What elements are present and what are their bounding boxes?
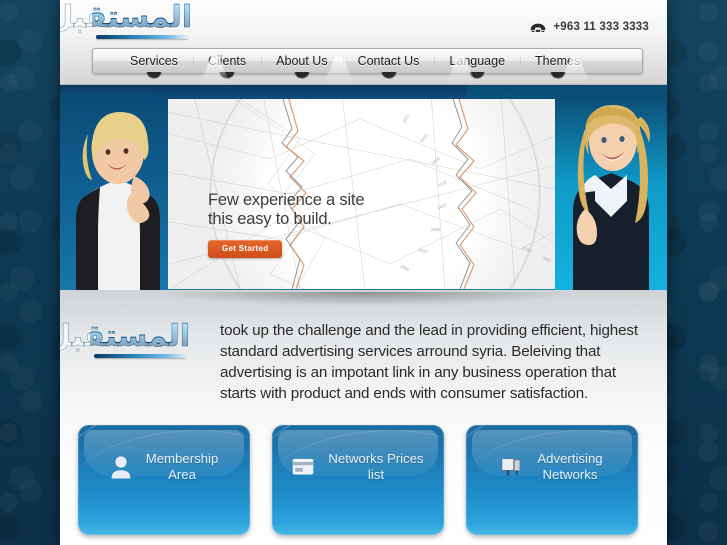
hero-graphic-panel: 2011 2010 2009 2008 2007 2006 2005 2004 …: [150, 99, 580, 289]
svg-text:2007: 2007: [437, 203, 448, 210]
nav-label: Themes: [535, 54, 581, 68]
nav-item-language[interactable]: Language: [434, 49, 520, 73]
card-label-line2: Area: [168, 467, 196, 482]
logo-arabic-text: المستقبل: [60, 319, 191, 354]
svg-text:2009: 2009: [430, 156, 441, 166]
site-container: المستقبل +963 11 333 3333 Services Clien…: [60, 0, 667, 545]
hero-banner: 2011 2010 2009 2008 2007 2006 2005 2004 …: [60, 85, 667, 290]
feature-cards: Membership Area Networks Prices list Adv…: [78, 425, 651, 535]
content-section: المستقبل took up the challenge and the l…: [60, 290, 667, 545]
phone-number: +963 11 333 3333: [529, 20, 649, 33]
smiling-businesswoman-photo-right: [555, 93, 667, 290]
card-label-line1: Advertising: [537, 451, 603, 466]
logo-arabic-text: المستقبل: [60, 0, 193, 35]
header-logo[interactable]: المستقبل: [60, 0, 193, 41]
nav-label: About Us: [276, 54, 328, 68]
nav-item-services[interactable]: Services: [115, 49, 193, 73]
smiling-woman-photo-left: [60, 94, 168, 290]
logo-mark: المستقبل: [60, 319, 191, 360]
user-icon: [111, 456, 131, 479]
site-header: المستقبل +963 11 333 3333 Services Clien…: [60, 0, 667, 85]
svg-text:2010: 2010: [419, 133, 429, 144]
nav-item-contact-us[interactable]: Contact Us: [342, 49, 435, 73]
hero-copy: Few experience a site this easy to build…: [208, 191, 364, 258]
intro-paragraph: took up the challenge and the lead in pr…: [220, 322, 638, 402]
card-label-line1: Membership: [145, 451, 219, 466]
svg-text:2002: 2002: [542, 255, 553, 263]
logo-underline-bar: [94, 354, 186, 358]
billboard-icon: [501, 458, 521, 476]
card-label-line2: Networks: [542, 467, 598, 482]
membership-area-card[interactable]: Membership Area: [78, 425, 250, 535]
svg-text:2005: 2005: [418, 247, 429, 254]
hero-drop-shadow: [155, 292, 575, 306]
logo-underline-bar: [96, 35, 188, 39]
nav-label: Clients: [207, 54, 247, 68]
card-label: Membership Area: [146, 451, 219, 483]
advertising-networks-card[interactable]: Advertising Networks: [466, 425, 638, 535]
content-logo: المستقبل: [60, 319, 191, 360]
svg-text:2011: 2011: [401, 113, 410, 124]
svg-text:2006: 2006: [431, 227, 441, 232]
nav-label: Contact Us: [357, 54, 420, 68]
telephone-icon: [531, 23, 546, 32]
svg-text:2008: 2008: [437, 179, 448, 188]
nav-item-themes[interactable]: Themes: [520, 49, 595, 73]
get-started-button[interactable]: Get Started: [208, 240, 283, 258]
svg-text:2003: 2003: [522, 245, 533, 253]
card-label-line1: Networks Prices: [328, 451, 424, 466]
networks-prices-list-card[interactable]: Networks Prices list: [272, 425, 444, 535]
card-label: Advertising Networks: [537, 451, 602, 483]
card-label: Networks Prices list: [328, 451, 423, 483]
hero-headline-line2: this easy to build.: [208, 210, 332, 228]
nav-label: Language: [449, 54, 506, 68]
logo-mark: المستقبل: [60, 0, 193, 41]
hero-headline-line1: Few experience a site: [208, 191, 365, 209]
card-label-line2: list: [367, 467, 385, 482]
nav-item-about-us[interactable]: About Us: [261, 49, 342, 73]
phone-number-text: +963 11 333 3333: [553, 20, 649, 33]
nav-label: Services: [130, 54, 178, 68]
svg-text:2004: 2004: [400, 263, 411, 272]
nav-item-clients[interactable]: Clients: [192, 49, 261, 73]
credit-card-icon: [293, 458, 314, 475]
hero-headline: Few experience a site this easy to build…: [208, 191, 364, 229]
main-navigation: Services Clients About Us Contact Us Lan…: [92, 48, 643, 74]
